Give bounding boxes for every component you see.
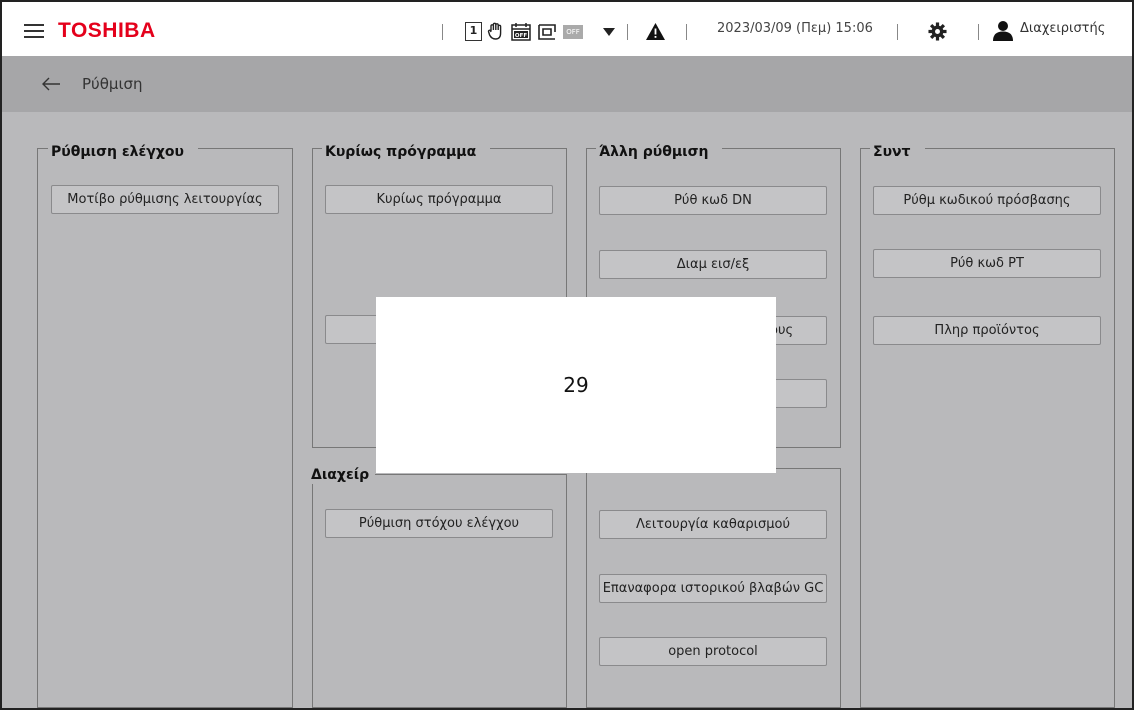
- dn-code-button[interactable]: Ρύθ κωδ DN: [599, 186, 827, 215]
- divider: [978, 24, 979, 40]
- product-info-button[interactable]: Πληρ προϊόντος: [873, 316, 1101, 345]
- panel-title-maint: Συντ: [870, 143, 925, 161]
- page-title-bar: Ρύθμιση: [2, 56, 1132, 112]
- panel-title-other: Άλλη ρύθμιση: [596, 143, 723, 161]
- panel-title-main-program: Κυρίως πρόγραμμα: [322, 143, 491, 161]
- password-settings-button[interactable]: Ρύθμ κωδικού πρόσβασης: [873, 186, 1101, 215]
- open-protocol-button[interactable]: open protocol: [599, 637, 827, 666]
- user-avatar-icon[interactable]: [992, 20, 1014, 41]
- brand-logo: TOSHIBA: [58, 19, 156, 42]
- divider: [627, 24, 628, 40]
- divider: [897, 24, 898, 40]
- app-window: TOSHIBA 1 OFF OFF 2023/03/09 (Πεμ) 15:06: [0, 0, 1134, 710]
- control-target-button[interactable]: Ρύθμιση στόχου ελέγχου: [325, 509, 553, 538]
- io-config-button[interactable]: Διαμ εισ/εξ: [599, 250, 827, 279]
- panel-title-control: Ρύθμιση ελέγχου: [48, 143, 198, 161]
- off-badge[interactable]: OFF: [563, 25, 583, 39]
- overlay-number: 29: [563, 373, 589, 397]
- main-program-button[interactable]: Κυρίως πρόγραμμα: [325, 185, 553, 214]
- interlock-icon[interactable]: [537, 22, 557, 41]
- warning-icon[interactable]: [645, 22, 666, 41]
- svg-text:OFF: OFF: [515, 33, 527, 39]
- pt-code-button[interactable]: Ρύθ κωδ PT: [873, 249, 1101, 278]
- page-title: Ρύθμιση: [82, 75, 143, 93]
- settings-gear-icon[interactable]: [928, 22, 947, 41]
- top-bar: TOSHIBA 1 OFF OFF 2023/03/09 (Πεμ) 15:06: [2, 2, 1132, 56]
- divider: [686, 24, 687, 40]
- dropdown-caret-icon[interactable]: [603, 28, 615, 36]
- hand-manual-icon[interactable]: [487, 22, 505, 41]
- datetime-display: 2023/03/09 (Πεμ) 15:06: [717, 21, 873, 36]
- schedule-off-icon[interactable]: OFF: [511, 22, 531, 41]
- operation-pattern-button[interactable]: Μοτίβο ρύθμισης λειτουργίας: [51, 185, 279, 214]
- hamburger-menu-icon[interactable]: [24, 24, 44, 38]
- user-name[interactable]: Διαχειριστής: [1020, 21, 1105, 36]
- panel-maintenance: [860, 148, 1115, 708]
- divider: [442, 24, 443, 40]
- reset-gc-fault-history-button[interactable]: Επαναφορα ιστορικού βλαβών GC: [599, 574, 827, 603]
- back-arrow-icon[interactable]: [40, 74, 62, 94]
- overlay-popup: 29: [376, 297, 776, 473]
- cleaning-operation-button[interactable]: Λειτουργία καθαρισμού: [599, 510, 827, 539]
- panel-control-settings: [37, 148, 293, 708]
- panel-title-management: Διαχείρ: [308, 466, 376, 484]
- mode-number-icon[interactable]: 1: [465, 22, 482, 41]
